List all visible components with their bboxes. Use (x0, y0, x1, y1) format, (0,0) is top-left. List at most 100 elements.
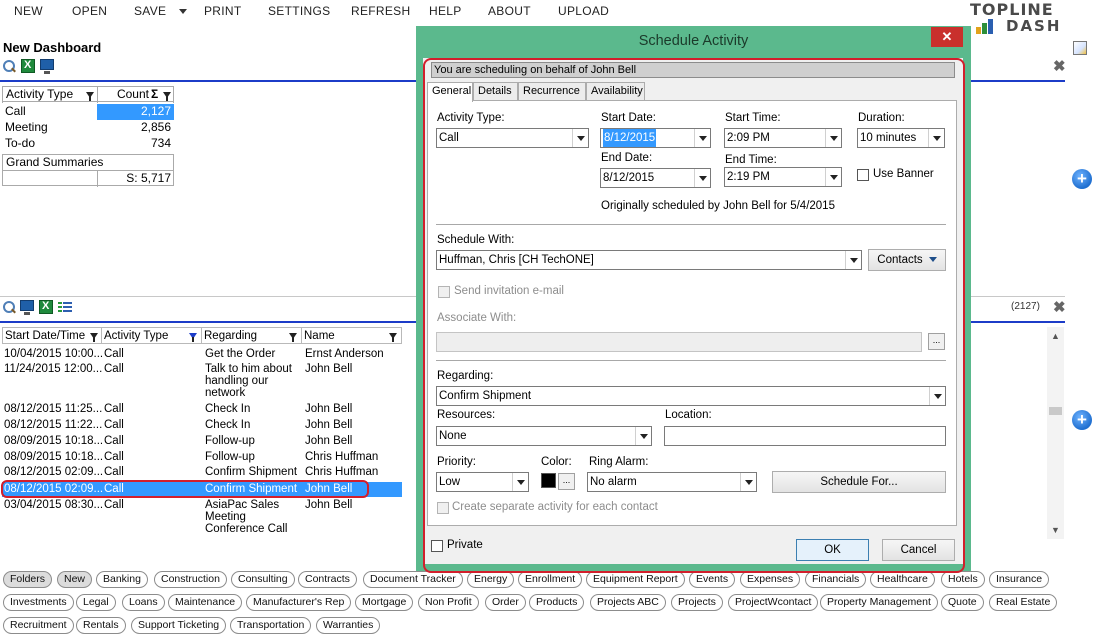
start-date-picker[interactable]: 8/12/2015 (600, 128, 711, 148)
color-swatch[interactable] (541, 473, 556, 488)
pivot-row[interactable]: Meeting 2,856 (2, 120, 174, 136)
associate-with-field[interactable] (436, 332, 922, 352)
ok-button[interactable]: OK (796, 539, 869, 561)
priority-select[interactable]: Low (436, 472, 529, 492)
tab-general[interactable]: General (427, 82, 473, 102)
filter-icon[interactable] (90, 333, 98, 342)
search-icon[interactable] (2, 300, 16, 314)
tag-equipment-report[interactable]: Equipment Report (586, 571, 685, 588)
menu-new[interactable]: NEW (14, 4, 43, 18)
close-panel-icon[interactable]: ✖ (1053, 57, 1066, 75)
tag-rentals[interactable]: Rentals (76, 617, 126, 634)
tag-transportation[interactable]: Transportation (230, 617, 312, 634)
use-banner-checkbox[interactable] (857, 169, 869, 181)
chevron-down-icon[interactable] (512, 473, 528, 491)
color-picker-button[interactable]: ... (558, 473, 575, 490)
tab-recurrence[interactable]: Recurrence (518, 82, 586, 101)
schedule-for-button[interactable]: Schedule For... (772, 471, 946, 493)
col-regarding[interactable]: Regarding (202, 327, 302, 344)
resources-select[interactable]: None (436, 426, 652, 446)
filter-active-icon[interactable] (189, 333, 197, 342)
sum-icon[interactable]: Σ (151, 87, 158, 101)
tag-enrollment[interactable]: Enrollment (518, 571, 583, 588)
tag-mortgage[interactable]: Mortgage (355, 594, 414, 611)
menu-refresh[interactable]: REFRESH (351, 4, 410, 18)
tag-folders[interactable]: Folders (3, 571, 53, 588)
tag-healthcare[interactable]: Healthcare (870, 571, 935, 588)
tag-quote[interactable]: Quote (941, 594, 984, 611)
excel-export-icon[interactable] (21, 59, 35, 73)
col-name[interactable]: Name (302, 327, 402, 344)
chevron-down-icon[interactable] (845, 251, 861, 269)
tag-warranties[interactable]: Warranties (316, 617, 381, 634)
associate-browse-button[interactable]: ... (928, 333, 945, 350)
chevron-down-icon[interactable] (740, 473, 756, 491)
table-row[interactable]: 08/12/2015 02:09... Call Confirm Shipmen… (2, 466, 402, 481)
tag-consulting[interactable]: Consulting (231, 571, 295, 588)
col-activity-type[interactable]: Activity Type (102, 327, 202, 344)
tag-events[interactable]: Events (689, 571, 736, 588)
list-scrollbar[interactable]: ▲ ▼ (1047, 327, 1064, 539)
tag-loans[interactable]: Loans (122, 594, 165, 611)
filter-icon[interactable] (289, 333, 297, 342)
tag-legal[interactable]: Legal (76, 594, 116, 611)
ring-alarm-select[interactable]: No alarm (587, 472, 757, 492)
scroll-thumb[interactable] (1049, 407, 1062, 415)
chevron-down-icon[interactable] (825, 168, 841, 186)
table-row[interactable]: 08/12/2015 11:22... Call Check In John B… (2, 419, 402, 434)
start-time-select[interactable]: 2:09 PM (724, 128, 842, 148)
tag-recruitment[interactable]: Recruitment (3, 617, 74, 634)
cancel-button[interactable]: Cancel (882, 539, 955, 561)
dialog-close-button[interactable]: ✕ (931, 27, 963, 47)
add-panel-button[interactable]: + (1072, 169, 1092, 189)
pivot-row[interactable]: To-do 734 (2, 136, 174, 152)
chevron-down-icon[interactable] (694, 169, 710, 187)
send-invitation-checkbox[interactable] (438, 286, 450, 298)
tab-availability[interactable]: Availability (586, 82, 645, 101)
filter-icon[interactable] (86, 92, 94, 101)
private-checkbox[interactable] (431, 540, 443, 552)
contacts-button[interactable]: Contacts (868, 249, 946, 271)
chevron-down-icon[interactable] (572, 129, 588, 147)
tag-non-profit[interactable]: Non Profit (418, 594, 479, 611)
schedule-with-select[interactable]: Huffman, Chris [CH TechONE] (436, 250, 862, 270)
tag-financials[interactable]: Financials (805, 571, 867, 588)
end-date-picker[interactable]: 8/12/2015 (600, 168, 711, 188)
tag-property-management[interactable]: Property Management (820, 594, 938, 611)
add-panel-button[interactable]: + (1072, 410, 1092, 430)
tag-construction[interactable]: Construction (154, 571, 227, 588)
list-view-icon[interactable] (58, 300, 72, 314)
regarding-select[interactable]: Confirm Shipment (436, 386, 946, 406)
excel-export-icon[interactable] (39, 300, 53, 314)
tab-details[interactable]: Details (473, 82, 518, 101)
chevron-down-icon[interactable] (635, 427, 651, 445)
tag-new[interactable]: New (57, 571, 93, 588)
monitor-icon[interactable] (40, 59, 54, 74)
table-row[interactable]: 08/12/2015 11:25... Call Check In John B… (2, 403, 402, 418)
menu-save[interactable]: SAVE (134, 4, 166, 18)
separate-activity-checkbox[interactable] (437, 502, 449, 514)
tag-document-tracker[interactable]: Document Tracker (363, 571, 463, 588)
menu-upload[interactable]: UPLOAD (558, 4, 609, 18)
location-field[interactable] (664, 426, 946, 446)
tag-hotels[interactable]: Hotels (941, 571, 985, 588)
monitor-icon[interactable] (20, 300, 34, 315)
col-start-date[interactable]: Start Date/Time (2, 327, 102, 344)
tag-banking[interactable]: Banking (96, 571, 148, 588)
tag-projects-abc[interactable]: Projects ABC (590, 594, 666, 611)
menu-about[interactable]: ABOUT (488, 4, 531, 18)
tag-maintenance[interactable]: Maintenance (168, 594, 243, 611)
tag-products[interactable]: Products (529, 594, 585, 611)
table-row[interactable]: 03/04/2015 08:30... Call AsiaPac Sales M… (2, 499, 402, 539)
chevron-down-icon[interactable] (929, 387, 945, 405)
table-row[interactable]: 11/24/2015 12:00... Call Talk to him abo… (2, 363, 402, 402)
close-panel-icon[interactable]: ✖ (1053, 298, 1066, 316)
tag-support-ticketing[interactable]: Support Ticketing (131, 617, 227, 634)
tag-projectwcontact[interactable]: ProjectWcontact (728, 594, 819, 611)
chevron-down-icon[interactable] (928, 129, 944, 147)
table-row[interactable]: 08/09/2015 10:18... Call Follow-up Chris… (2, 451, 402, 466)
menu-settings[interactable]: SETTINGS (268, 4, 330, 18)
tag-investments[interactable]: Investments (3, 594, 74, 611)
tag-expenses[interactable]: Expenses (740, 571, 801, 588)
menu-help[interactable]: HELP (429, 4, 462, 18)
